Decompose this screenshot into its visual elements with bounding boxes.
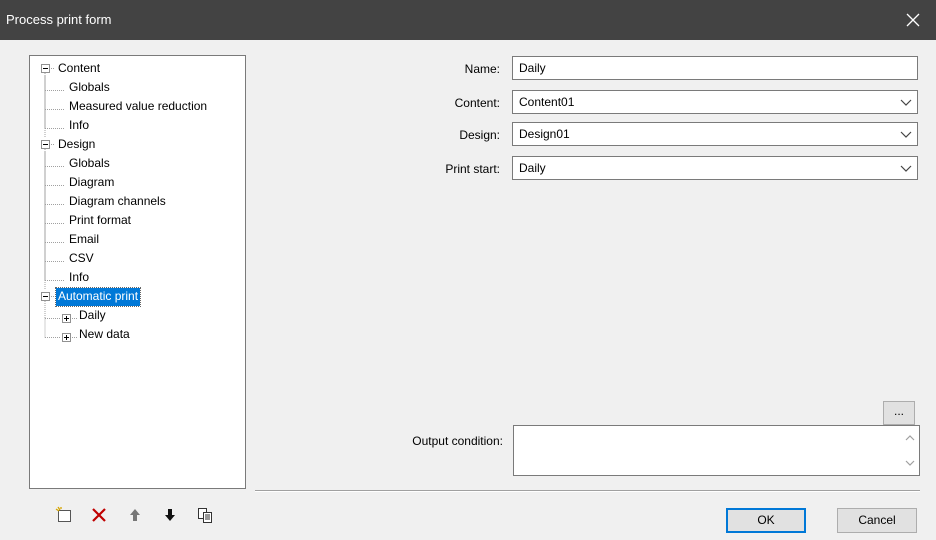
- content-value: Content01: [519, 95, 575, 109]
- tree-node-email[interactable]: Email: [67, 231, 101, 249]
- new-item-button[interactable]: [54, 505, 74, 525]
- expand-icon[interactable]: [62, 333, 71, 342]
- collapse-icon[interactable]: [41, 140, 50, 149]
- tree-node-daily[interactable]: Daily: [77, 307, 108, 325]
- move-up-icon: [130, 509, 140, 521]
- tree-node-diagram-channels[interactable]: Diagram channels: [67, 193, 168, 211]
- chevron-down-icon: [900, 99, 912, 106]
- expand-icon[interactable]: [62, 314, 71, 323]
- separator-highlight: [255, 491, 920, 492]
- browse-button[interactable]: ...: [883, 401, 915, 425]
- title-bar: Process print form: [0, 0, 936, 40]
- design-label: Design:: [459, 128, 500, 142]
- print-start-label: Print start:: [445, 162, 500, 176]
- print-start-value: Daily: [519, 161, 546, 175]
- move-down-icon: [165, 509, 175, 521]
- output-condition-label: Output condition:: [412, 434, 503, 448]
- tree-node-new-data[interactable]: New data: [77, 326, 132, 344]
- name-value: Daily: [519, 61, 546, 75]
- close-button[interactable]: [890, 0, 936, 40]
- scroll-down-icon[interactable]: [904, 457, 916, 469]
- tree-node-design-globals[interactable]: Globals: [67, 155, 112, 173]
- tree-node-design[interactable]: Design: [56, 136, 97, 154]
- tree-node-measured-value-reduction[interactable]: Measured value reduction: [67, 98, 209, 116]
- new-item-icon: [55, 506, 71, 522]
- scroll-up-icon[interactable]: [904, 432, 916, 444]
- content-select[interactable]: Content01: [512, 90, 918, 114]
- collapse-icon[interactable]: [41, 292, 50, 301]
- ok-button[interactable]: OK: [726, 508, 806, 533]
- cancel-button[interactable]: Cancel: [837, 508, 917, 533]
- content-label: Content:: [454, 96, 500, 110]
- tree-node-content-globals[interactable]: Globals: [67, 79, 112, 97]
- design-select[interactable]: Design01: [512, 122, 918, 146]
- tree-node-design-info[interactable]: Info: [67, 269, 91, 287]
- delete-icon: [92, 508, 106, 522]
- tree-node-diagram[interactable]: Diagram: [67, 174, 116, 192]
- copy-icon: [198, 508, 212, 523]
- window-title: Process print form: [6, 12, 112, 27]
- chevron-down-icon: [900, 165, 912, 172]
- tree-node-automatic-print[interactable]: Automatic print: [54, 287, 142, 307]
- collapse-icon[interactable]: [41, 64, 50, 73]
- move-up-button[interactable]: [125, 505, 145, 525]
- tree-node-content-info[interactable]: Info: [67, 117, 91, 135]
- name-field[interactable]: Daily: [512, 56, 918, 80]
- tree-node-csv[interactable]: CSV: [67, 250, 96, 268]
- tree-view[interactable]: Content Globals Measured value reduction…: [29, 55, 246, 489]
- print-start-select[interactable]: Daily: [512, 156, 918, 180]
- name-label: Name:: [464, 62, 500, 76]
- chevron-down-icon: [900, 131, 912, 138]
- output-condition-field[interactable]: [513, 425, 920, 476]
- tree-node-print-format[interactable]: Print format: [67, 212, 133, 230]
- move-down-button[interactable]: [160, 505, 180, 525]
- design-value: Design01: [519, 127, 570, 141]
- close-icon: [906, 13, 920, 27]
- copy-button[interactable]: [195, 505, 215, 525]
- tree-node-content[interactable]: Content: [56, 60, 102, 78]
- delete-button[interactable]: [89, 505, 109, 525]
